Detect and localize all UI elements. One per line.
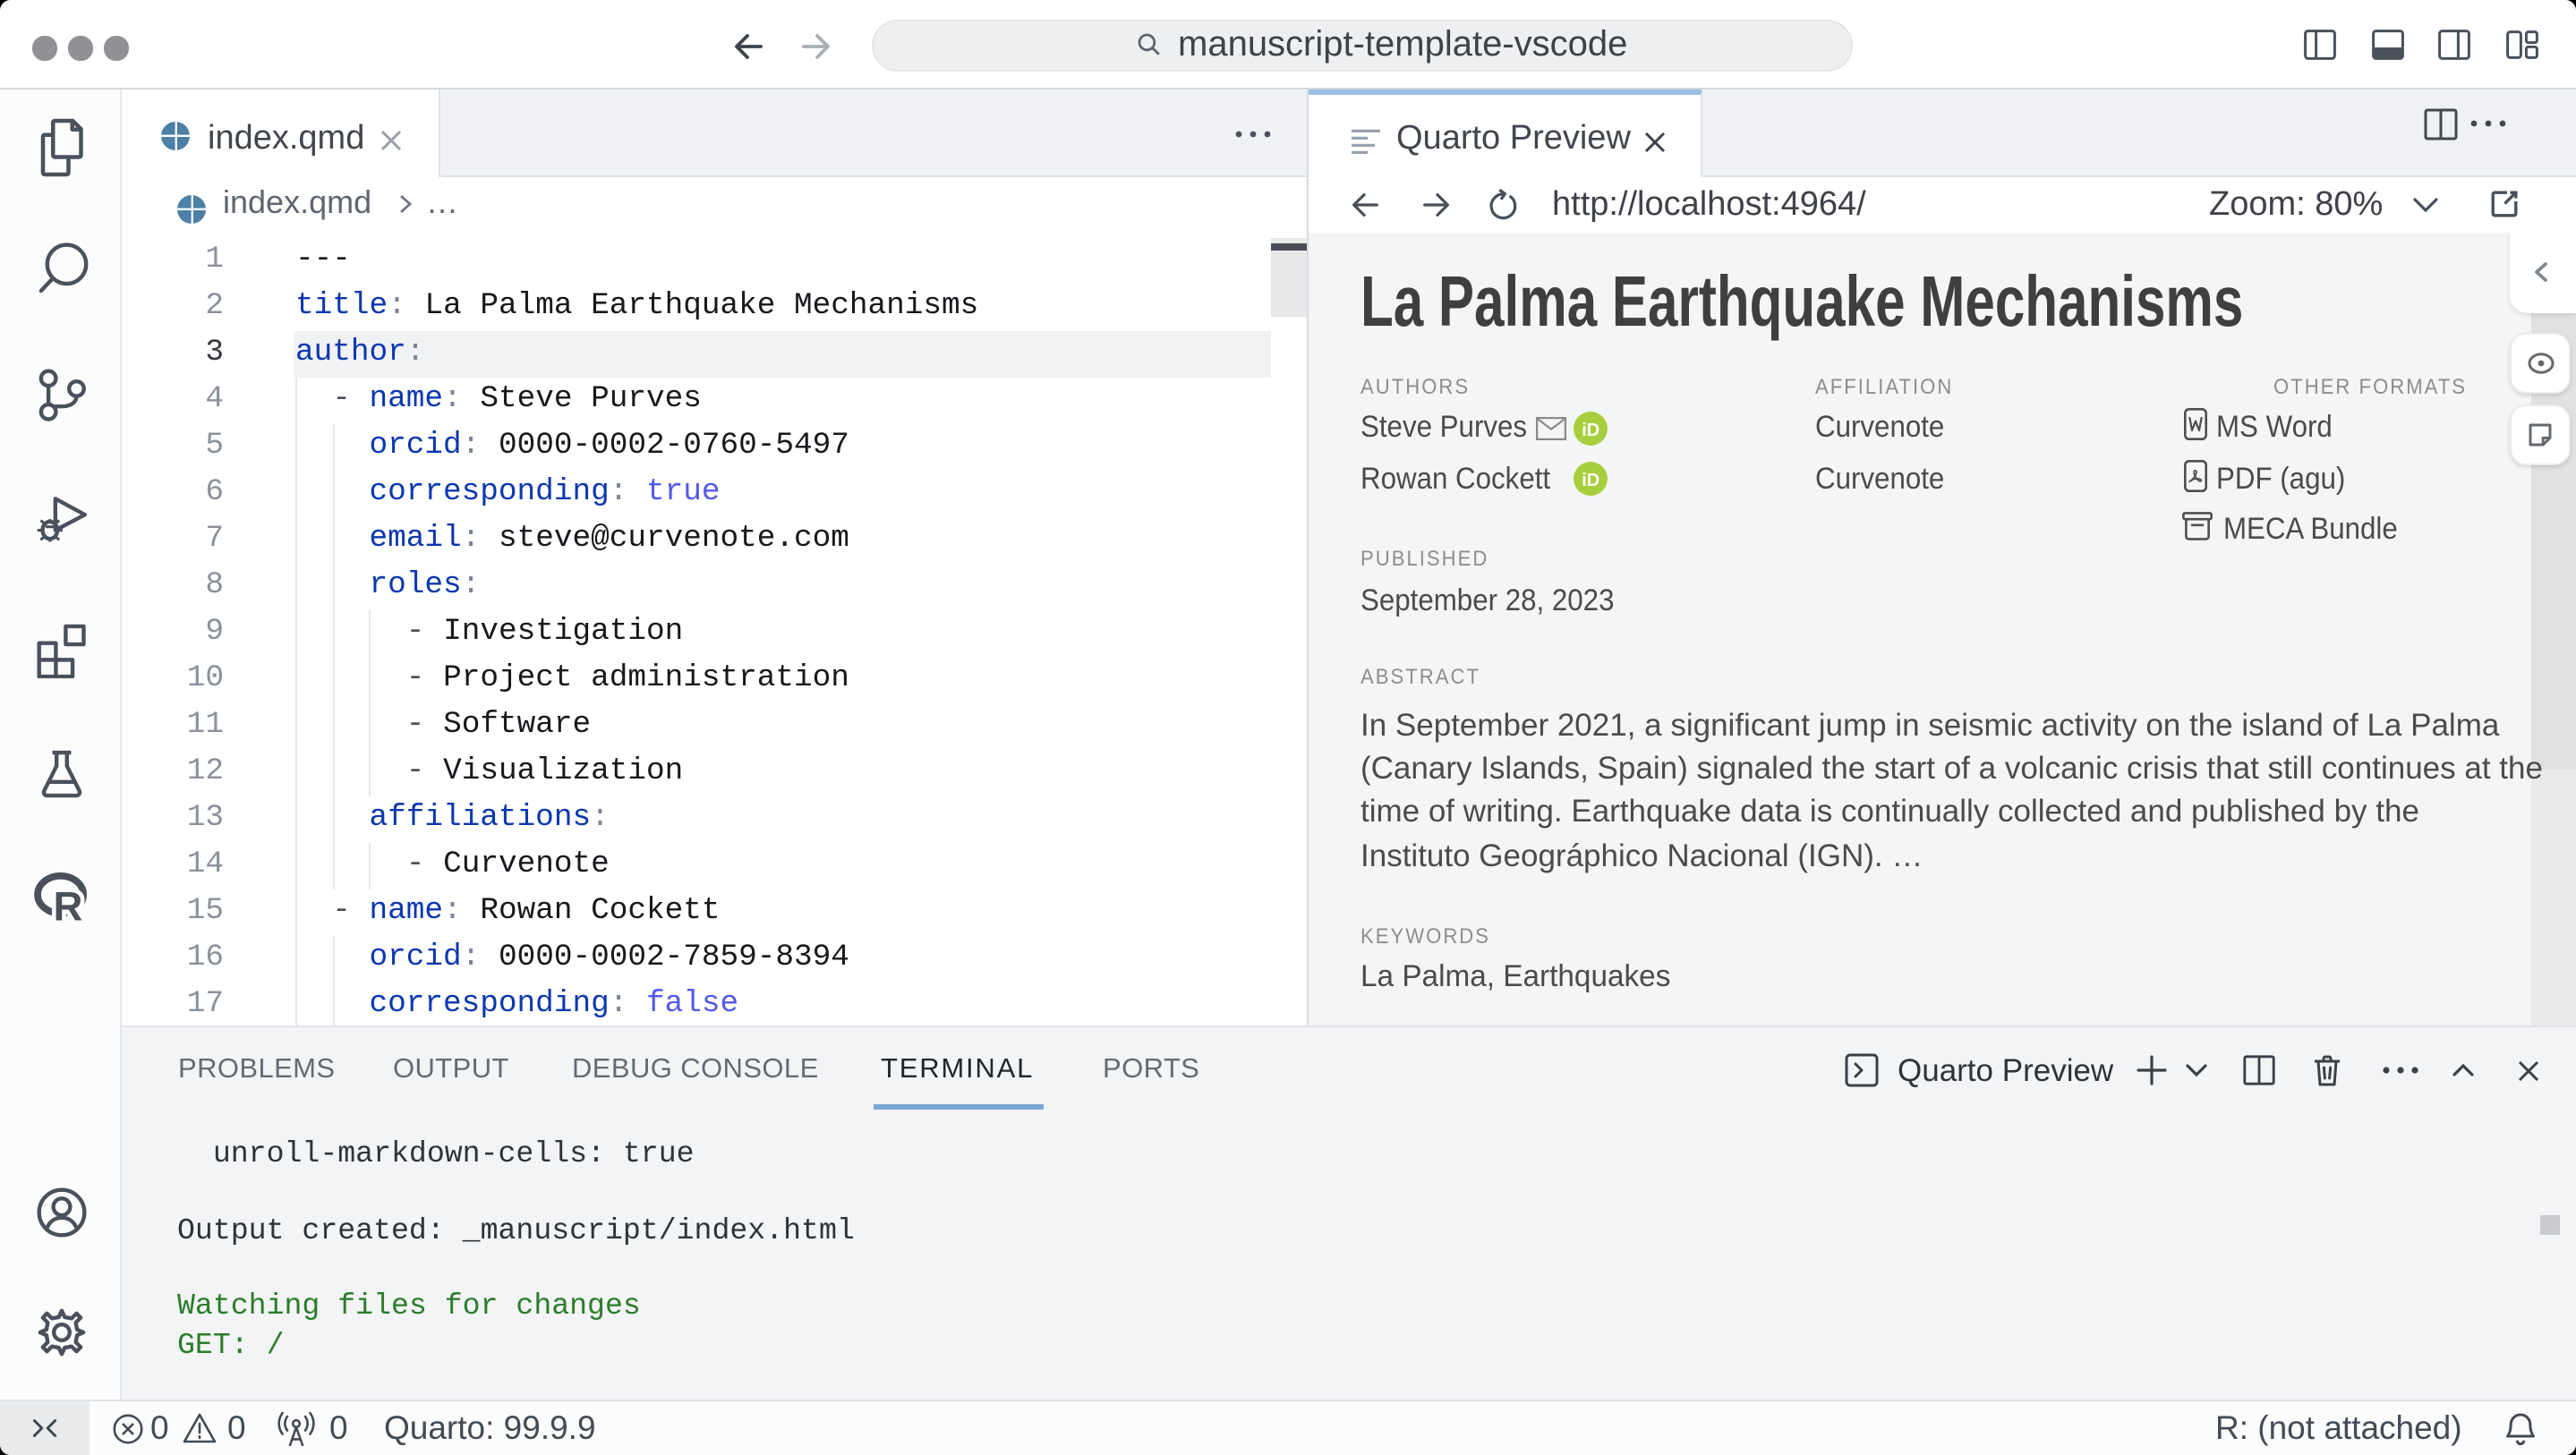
svg-text:iD: iD [1581,420,1599,439]
svg-text:iD: iD [1581,471,1599,490]
svg-text:R: R [53,884,82,927]
